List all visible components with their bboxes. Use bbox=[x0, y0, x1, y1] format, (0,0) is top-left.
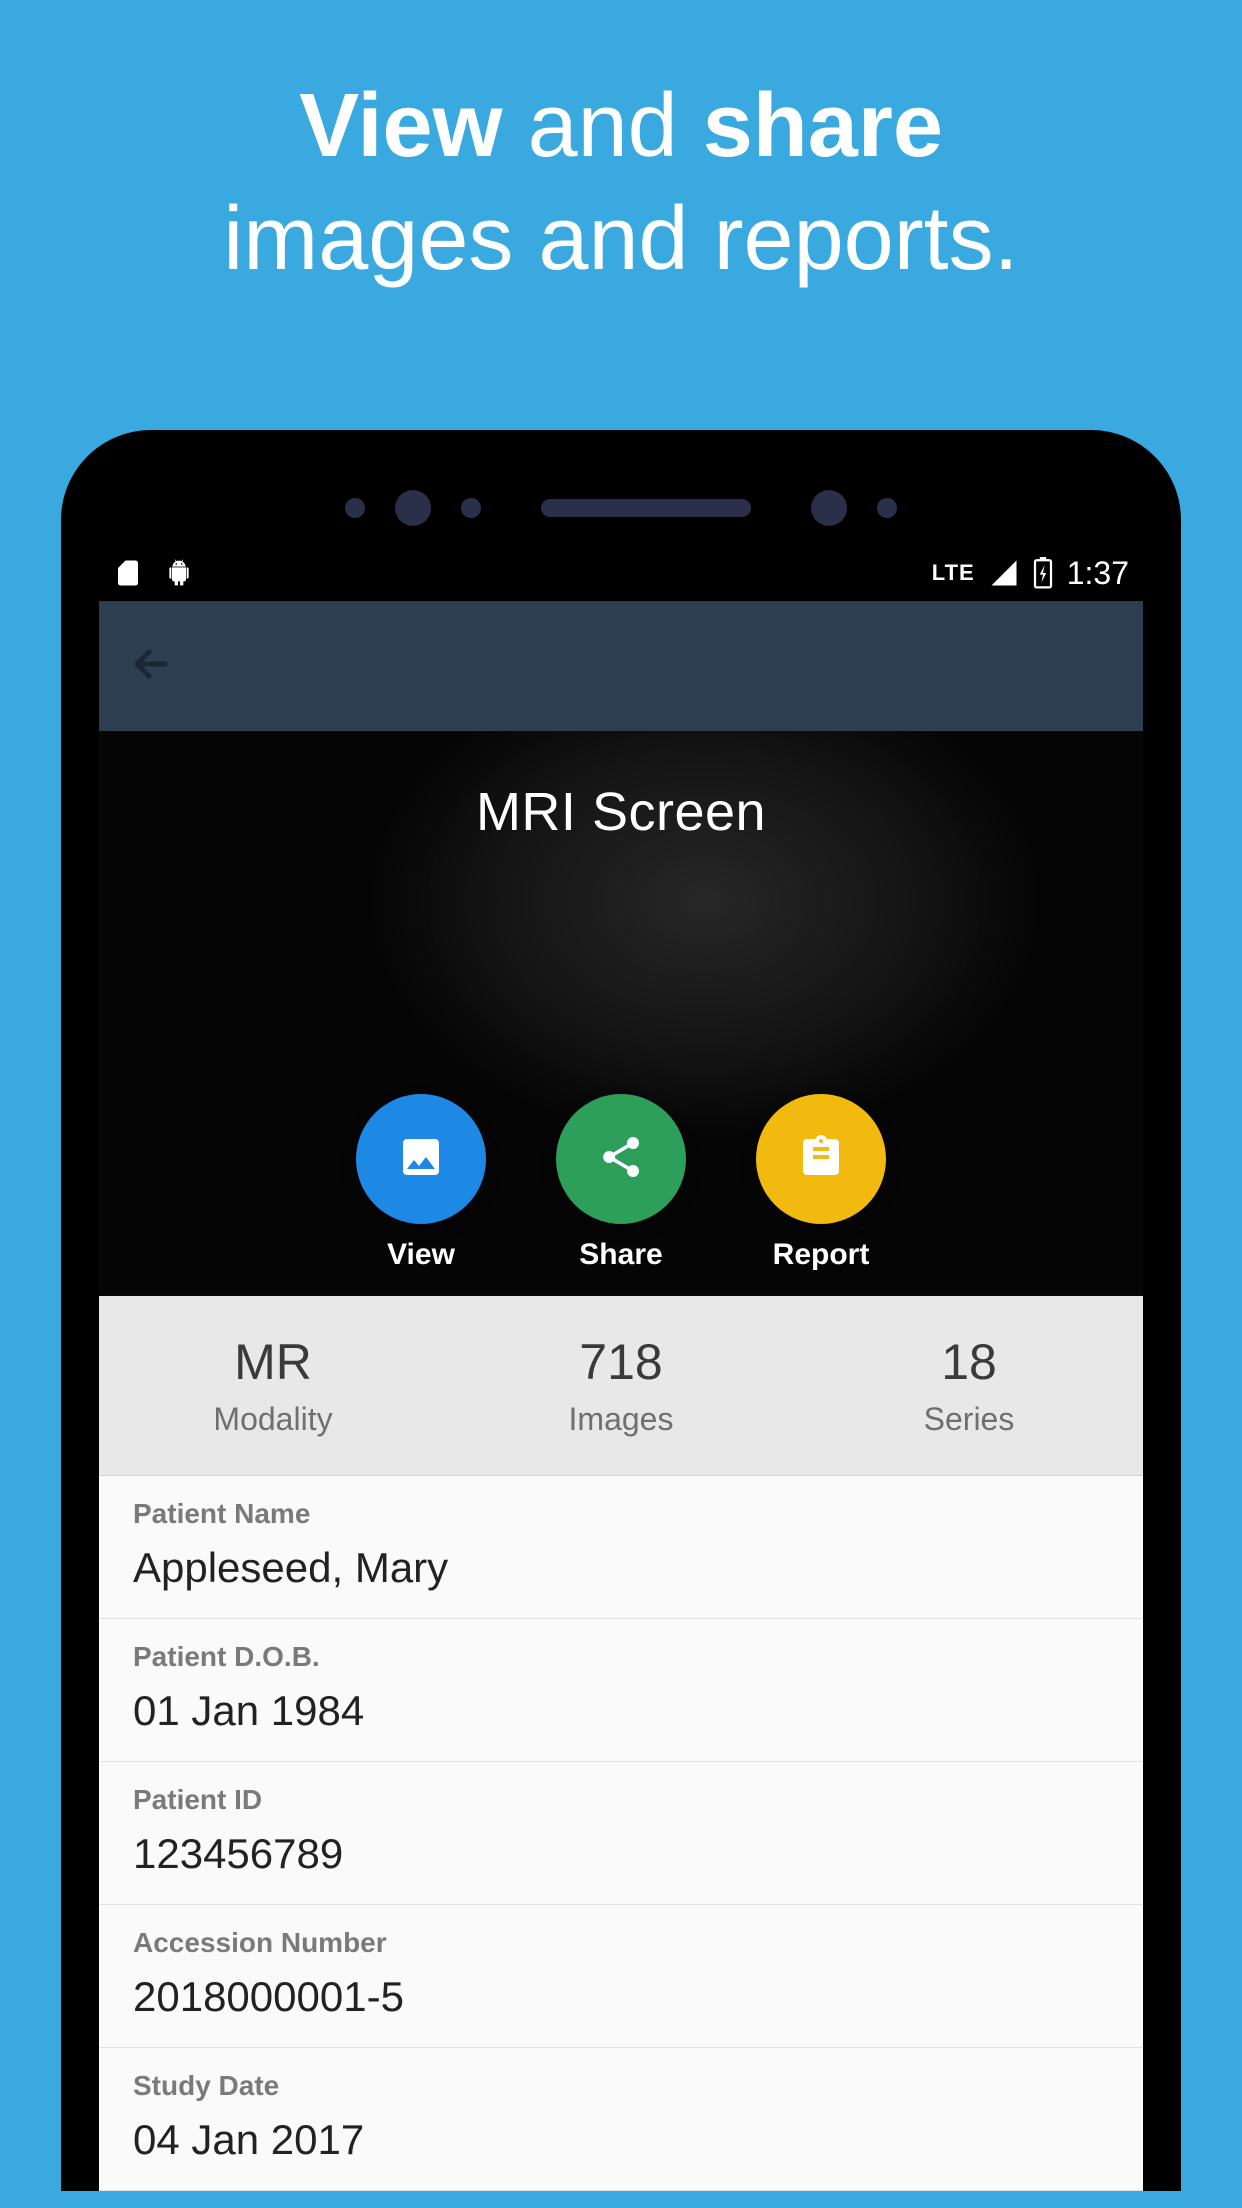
camera-dot bbox=[395, 490, 431, 526]
headline-line-2: images and reports. bbox=[223, 189, 1018, 289]
device-frame: LTE 1:37 MRI Screen bbox=[61, 430, 1181, 2191]
device-speaker bbox=[541, 499, 751, 517]
status-time: 1:37 bbox=[1067, 555, 1129, 592]
detail-label: Patient Name bbox=[133, 1498, 1109, 1530]
headline-word-3: share bbox=[703, 76, 943, 176]
camera-dot bbox=[811, 490, 847, 526]
view-label: View bbox=[387, 1238, 455, 1272]
detail-label: Patient D.O.B. bbox=[133, 1641, 1109, 1673]
network-label: LTE bbox=[932, 560, 975, 586]
image-icon bbox=[397, 1133, 445, 1186]
headline-word-1: View bbox=[299, 76, 502, 176]
detail-row-patient-name: Patient Name Appleseed, Mary bbox=[99, 1476, 1143, 1619]
stat-modality: MR Modality bbox=[99, 1296, 447, 1475]
share-label: Share bbox=[579, 1238, 662, 1272]
sensor-dot bbox=[461, 498, 481, 518]
detail-value: Appleseed, Mary bbox=[133, 1544, 1109, 1592]
view-action[interactable]: View bbox=[356, 1094, 486, 1272]
report-button[interactable] bbox=[756, 1094, 886, 1224]
stat-value: 718 bbox=[579, 1333, 662, 1391]
hero-actions: View Share Repor bbox=[99, 1094, 1143, 1272]
study-hero: MRI Screen View Sh bbox=[99, 731, 1143, 1296]
detail-label: Study Date bbox=[133, 2070, 1109, 2102]
stat-value: 18 bbox=[941, 1333, 997, 1391]
stat-value: MR bbox=[234, 1333, 312, 1391]
report-action[interactable]: Report bbox=[756, 1094, 886, 1272]
details-list: Patient Name Appleseed, Mary Patient D.O… bbox=[99, 1476, 1143, 2191]
sd-card-icon bbox=[113, 556, 143, 590]
detail-label: Accession Number bbox=[133, 1927, 1109, 1959]
device-sensors bbox=[99, 470, 1143, 545]
detail-row-accession: Accession Number 2018000001-5 bbox=[99, 1905, 1143, 2048]
stat-series: 18 Series bbox=[795, 1296, 1143, 1475]
share-action[interactable]: Share bbox=[556, 1094, 686, 1272]
android-icon bbox=[163, 557, 195, 589]
sensor-dot bbox=[345, 498, 365, 518]
back-icon[interactable] bbox=[127, 640, 175, 693]
status-bar: LTE 1:37 bbox=[99, 545, 1143, 601]
stat-label: Modality bbox=[213, 1401, 332, 1438]
detail-value: 2018000001-5 bbox=[133, 1973, 1109, 2021]
headline-word-2: and bbox=[528, 76, 678, 176]
clipboard-icon bbox=[797, 1133, 845, 1186]
stat-label: Series bbox=[924, 1401, 1015, 1438]
detail-row-study-date: Study Date 04 Jan 2017 bbox=[99, 2048, 1143, 2191]
detail-value: 01 Jan 1984 bbox=[133, 1687, 1109, 1735]
stat-images: 718 Images bbox=[447, 1296, 795, 1475]
detail-row-patient-dob: Patient D.O.B. 01 Jan 1984 bbox=[99, 1619, 1143, 1762]
signal-icon bbox=[989, 558, 1019, 588]
device-screen: LTE 1:37 MRI Screen bbox=[99, 545, 1143, 2191]
stat-label: Images bbox=[569, 1401, 674, 1438]
detail-row-patient-id: Patient ID 123456789 bbox=[99, 1762, 1143, 1905]
battery-icon bbox=[1033, 557, 1053, 589]
detail-label: Patient ID bbox=[133, 1784, 1109, 1816]
share-button[interactable] bbox=[556, 1094, 686, 1224]
report-label: Report bbox=[773, 1238, 870, 1272]
study-title: MRI Screen bbox=[99, 731, 1143, 843]
sensor-dot bbox=[877, 498, 897, 518]
view-button[interactable] bbox=[356, 1094, 486, 1224]
detail-value: 04 Jan 2017 bbox=[133, 2116, 1109, 2164]
app-bar bbox=[99, 601, 1143, 731]
share-icon bbox=[597, 1133, 645, 1186]
detail-value: 123456789 bbox=[133, 1830, 1109, 1878]
promo-headline: View and share images and reports. bbox=[0, 0, 1242, 295]
stats-bar: MR Modality 718 Images 18 Series bbox=[99, 1296, 1143, 1476]
